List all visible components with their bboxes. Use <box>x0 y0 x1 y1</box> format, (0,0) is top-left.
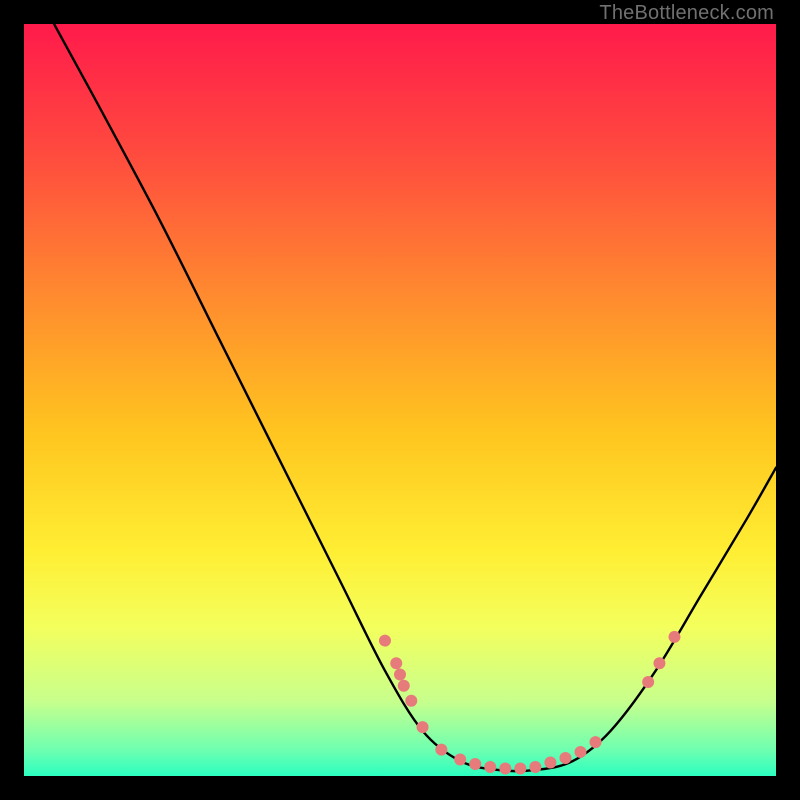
data-marker <box>499 762 511 774</box>
data-marker <box>484 761 496 773</box>
data-marker <box>544 756 556 768</box>
data-marker <box>379 635 391 647</box>
data-marker <box>394 668 406 680</box>
data-marker <box>559 752 571 764</box>
data-marker <box>574 746 586 758</box>
data-marker <box>398 680 410 692</box>
data-marker <box>454 753 466 765</box>
data-marker <box>417 721 429 733</box>
data-marker <box>642 676 654 688</box>
chart-frame <box>24 24 776 776</box>
data-marker <box>514 762 526 774</box>
data-marker <box>405 695 417 707</box>
bottleneck-chart <box>24 24 776 776</box>
data-marker <box>590 736 602 748</box>
watermark-text: TheBottleneck.com <box>599 2 774 25</box>
data-marker <box>435 744 447 756</box>
data-marker <box>668 631 680 643</box>
data-marker <box>390 657 402 669</box>
data-marker <box>469 758 481 770</box>
data-marker <box>529 761 541 773</box>
data-marker <box>653 657 665 669</box>
